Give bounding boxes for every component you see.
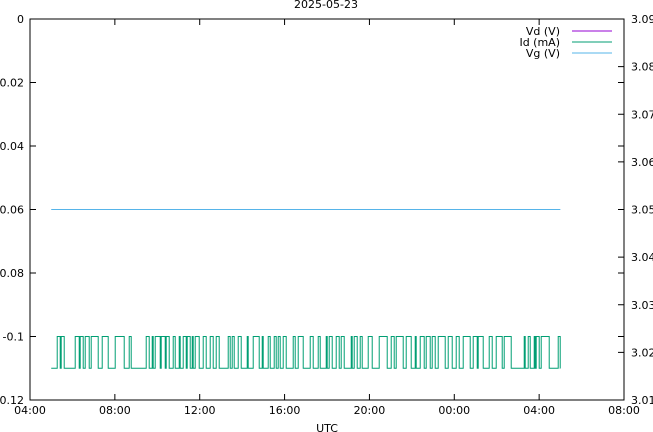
x-tick-label: 12:00	[184, 404, 216, 417]
x-tick-label: 04:00	[523, 404, 555, 417]
y-tick-label: -0.1	[3, 331, 24, 344]
x-tick-label: 16:00	[269, 404, 301, 417]
series-id-line	[51, 336, 561, 369]
x-axis-label: UTC	[316, 422, 338, 432]
y-tick-label: -0.08	[0, 267, 24, 280]
y-tick-label: 0	[17, 13, 24, 26]
chart-svg: 2025-05-23 0-0.02-0.04-0.06-0.08-0.1-0.1…	[0, 0, 653, 432]
x-tick-label: 08:00	[99, 404, 131, 417]
y2-tick-label: 3.06	[631, 156, 653, 169]
y-tick-label: -0.06	[0, 204, 24, 217]
x-tick-label: 08:00	[608, 404, 640, 417]
y2-tick-label: 3.05	[631, 204, 653, 217]
y2-tick-label: 3.09	[631, 13, 653, 26]
y-axis-right: 3.093.083.073.063.053.043.033.023.01	[618, 13, 653, 407]
y2-tick-label: 3.08	[631, 61, 653, 74]
y-tick-label: -0.02	[0, 77, 24, 90]
y2-tick-label: 3.02	[631, 346, 653, 359]
legend-label: Vg (V)	[526, 47, 560, 60]
x-tick-label: 04:00	[14, 404, 46, 417]
y2-tick-label: 3.03	[631, 299, 653, 312]
y2-tick-label: 3.07	[631, 108, 653, 121]
y-tick-label: -0.04	[0, 140, 24, 153]
x-tick-label: 00:00	[438, 404, 470, 417]
series-layer	[51, 209, 561, 369]
chart-container: 2025-05-23 0-0.02-0.04-0.06-0.08-0.1-0.1…	[0, 0, 653, 432]
chart-title: 2025-05-23	[294, 0, 358, 11]
x-tick-label: 20:00	[354, 404, 386, 417]
y2-tick-label: 3.04	[631, 251, 653, 264]
legend: Vd (V)Id (mA)Vg (V)	[519, 25, 612, 60]
